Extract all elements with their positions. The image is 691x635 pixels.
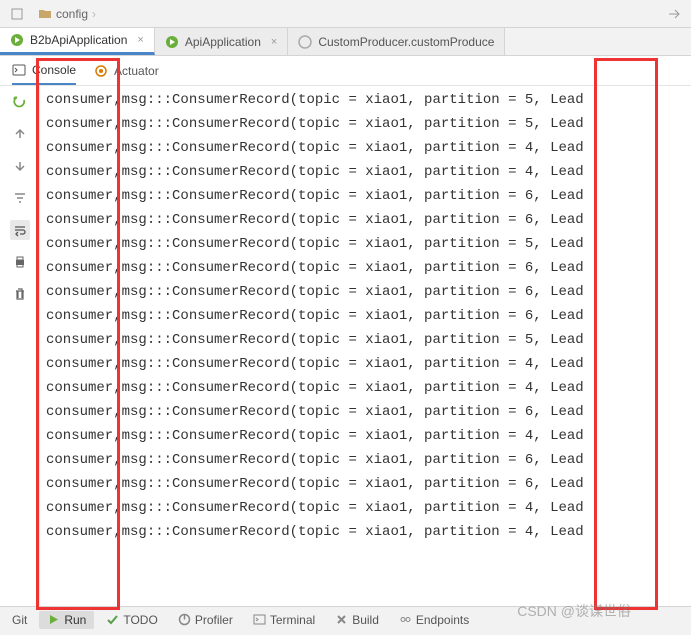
todo-icon xyxy=(106,613,119,626)
filter-icon[interactable] xyxy=(10,188,30,208)
console-line: consumer,msg:::ConsumerRecord(topic = xi… xyxy=(46,208,685,232)
console-line: consumer,msg:::ConsumerRecord(topic = xi… xyxy=(46,424,685,448)
bottom-label: Build xyxy=(352,613,379,627)
rerun-icon[interactable] xyxy=(10,92,30,112)
console-line: consumer,msg:::ConsumerRecord(topic = xi… xyxy=(46,472,685,496)
bottom-terminal[interactable]: Terminal xyxy=(245,611,323,629)
tab-customproducer[interactable]: CustomProducer.customProduce xyxy=(288,28,505,55)
collapse-right-icon[interactable] xyxy=(665,5,683,23)
console-line: consumer,msg:::ConsumerRecord(topic = xi… xyxy=(46,184,685,208)
profiler-icon xyxy=(178,613,191,626)
arrow-down-icon[interactable] xyxy=(10,156,30,176)
gutter xyxy=(0,86,40,606)
console-line: consumer,msg:::ConsumerRecord(topic = xi… xyxy=(46,256,685,280)
console-line: consumer,msg:::ConsumerRecord(topic = xi… xyxy=(46,328,685,352)
chevron-right-icon: › xyxy=(92,7,96,21)
arrow-up-icon[interactable] xyxy=(10,124,30,144)
actuator-icon xyxy=(94,64,108,78)
console-line: consumer,msg:::ConsumerRecord(topic = xi… xyxy=(46,232,685,256)
bottom-label: Git xyxy=(12,613,27,627)
tab-label: CustomProducer.customProduce xyxy=(318,35,494,49)
bottom-label: TODO xyxy=(123,613,157,627)
console-line: consumer,msg:::ConsumerRecord(topic = xi… xyxy=(46,304,685,328)
subtab-label: Console xyxy=(32,63,76,77)
bottom-label: Terminal xyxy=(270,613,315,627)
bottom-label: Endpoints xyxy=(416,613,469,627)
bottom-label: Profiler xyxy=(195,613,233,627)
build-icon xyxy=(335,613,348,626)
bottom-todo[interactable]: TODO xyxy=(98,611,165,629)
close-icon[interactable]: × xyxy=(137,34,143,46)
tab-apiapp[interactable]: ApiApplication × xyxy=(155,28,289,55)
trash-icon[interactable] xyxy=(10,284,30,304)
bottom-profiler[interactable]: Profiler xyxy=(170,611,241,629)
console-line: consumer,msg:::ConsumerRecord(topic = xi… xyxy=(46,88,685,112)
terminal-icon xyxy=(253,613,266,626)
bottom-endpoints[interactable]: Endpoints xyxy=(391,611,477,629)
console-line: consumer,msg:::ConsumerRecord(topic = xi… xyxy=(46,112,685,136)
sub-tabs: Console Actuator xyxy=(0,56,691,86)
console-icon xyxy=(12,63,26,77)
folder-icon xyxy=(38,7,52,21)
console-line: consumer,msg:::ConsumerRecord(topic = xi… xyxy=(46,352,685,376)
console-line: consumer,msg:::ConsumerRecord(topic = xi… xyxy=(46,280,685,304)
bottom-run[interactable]: Run xyxy=(39,611,94,629)
console-output[interactable]: consumer,msg:::ConsumerRecord(topic = xi… xyxy=(40,86,691,606)
bottom-build[interactable]: Build xyxy=(327,611,387,629)
console-line: consumer,msg:::ConsumerRecord(topic = xi… xyxy=(46,136,685,160)
subtab-console[interactable]: Console xyxy=(12,56,76,85)
breadcrumb[interactable]: config › xyxy=(38,7,96,21)
print-icon[interactable] xyxy=(10,252,30,272)
tab-label: ApiApplication xyxy=(185,35,261,49)
wrap-icon[interactable] xyxy=(10,220,30,240)
tab-label: B2bApiApplication xyxy=(30,33,127,47)
breadcrumb-label: config xyxy=(56,7,88,21)
top-toolbar: config › xyxy=(0,0,691,28)
spring-icon xyxy=(10,33,24,47)
console-line: consumer,msg:::ConsumerRecord(topic = xi… xyxy=(46,496,685,520)
console-line: consumer,msg:::ConsumerRecord(topic = xi… xyxy=(46,376,685,400)
console-line: consumer,msg:::ConsumerRecord(topic = xi… xyxy=(46,448,685,472)
close-icon[interactable]: × xyxy=(271,36,277,48)
watermark: CSDN @谈谋世俗 xyxy=(517,601,631,621)
console-line: consumer,msg:::ConsumerRecord(topic = xi… xyxy=(46,400,685,424)
endpoints-icon xyxy=(399,613,412,626)
run-icon xyxy=(47,613,60,626)
subtab-actuator[interactable]: Actuator xyxy=(94,56,159,85)
tab-b2bapi[interactable]: B2bApiApplication × xyxy=(0,28,155,55)
method-icon xyxy=(298,35,312,49)
run-tabs: B2bApiApplication × ApiApplication × Cus… xyxy=(0,28,691,56)
collapse-icon[interactable] xyxy=(8,5,26,23)
subtab-label: Actuator xyxy=(114,64,159,78)
spring-icon xyxy=(165,35,179,49)
main-area: consumer,msg:::ConsumerRecord(topic = xi… xyxy=(0,86,691,606)
console-line: consumer,msg:::ConsumerRecord(topic = xi… xyxy=(46,520,685,544)
bottom-label: Run xyxy=(64,613,86,627)
console-line: consumer,msg:::ConsumerRecord(topic = xi… xyxy=(46,160,685,184)
bottom-git[interactable]: Git xyxy=(4,611,35,629)
